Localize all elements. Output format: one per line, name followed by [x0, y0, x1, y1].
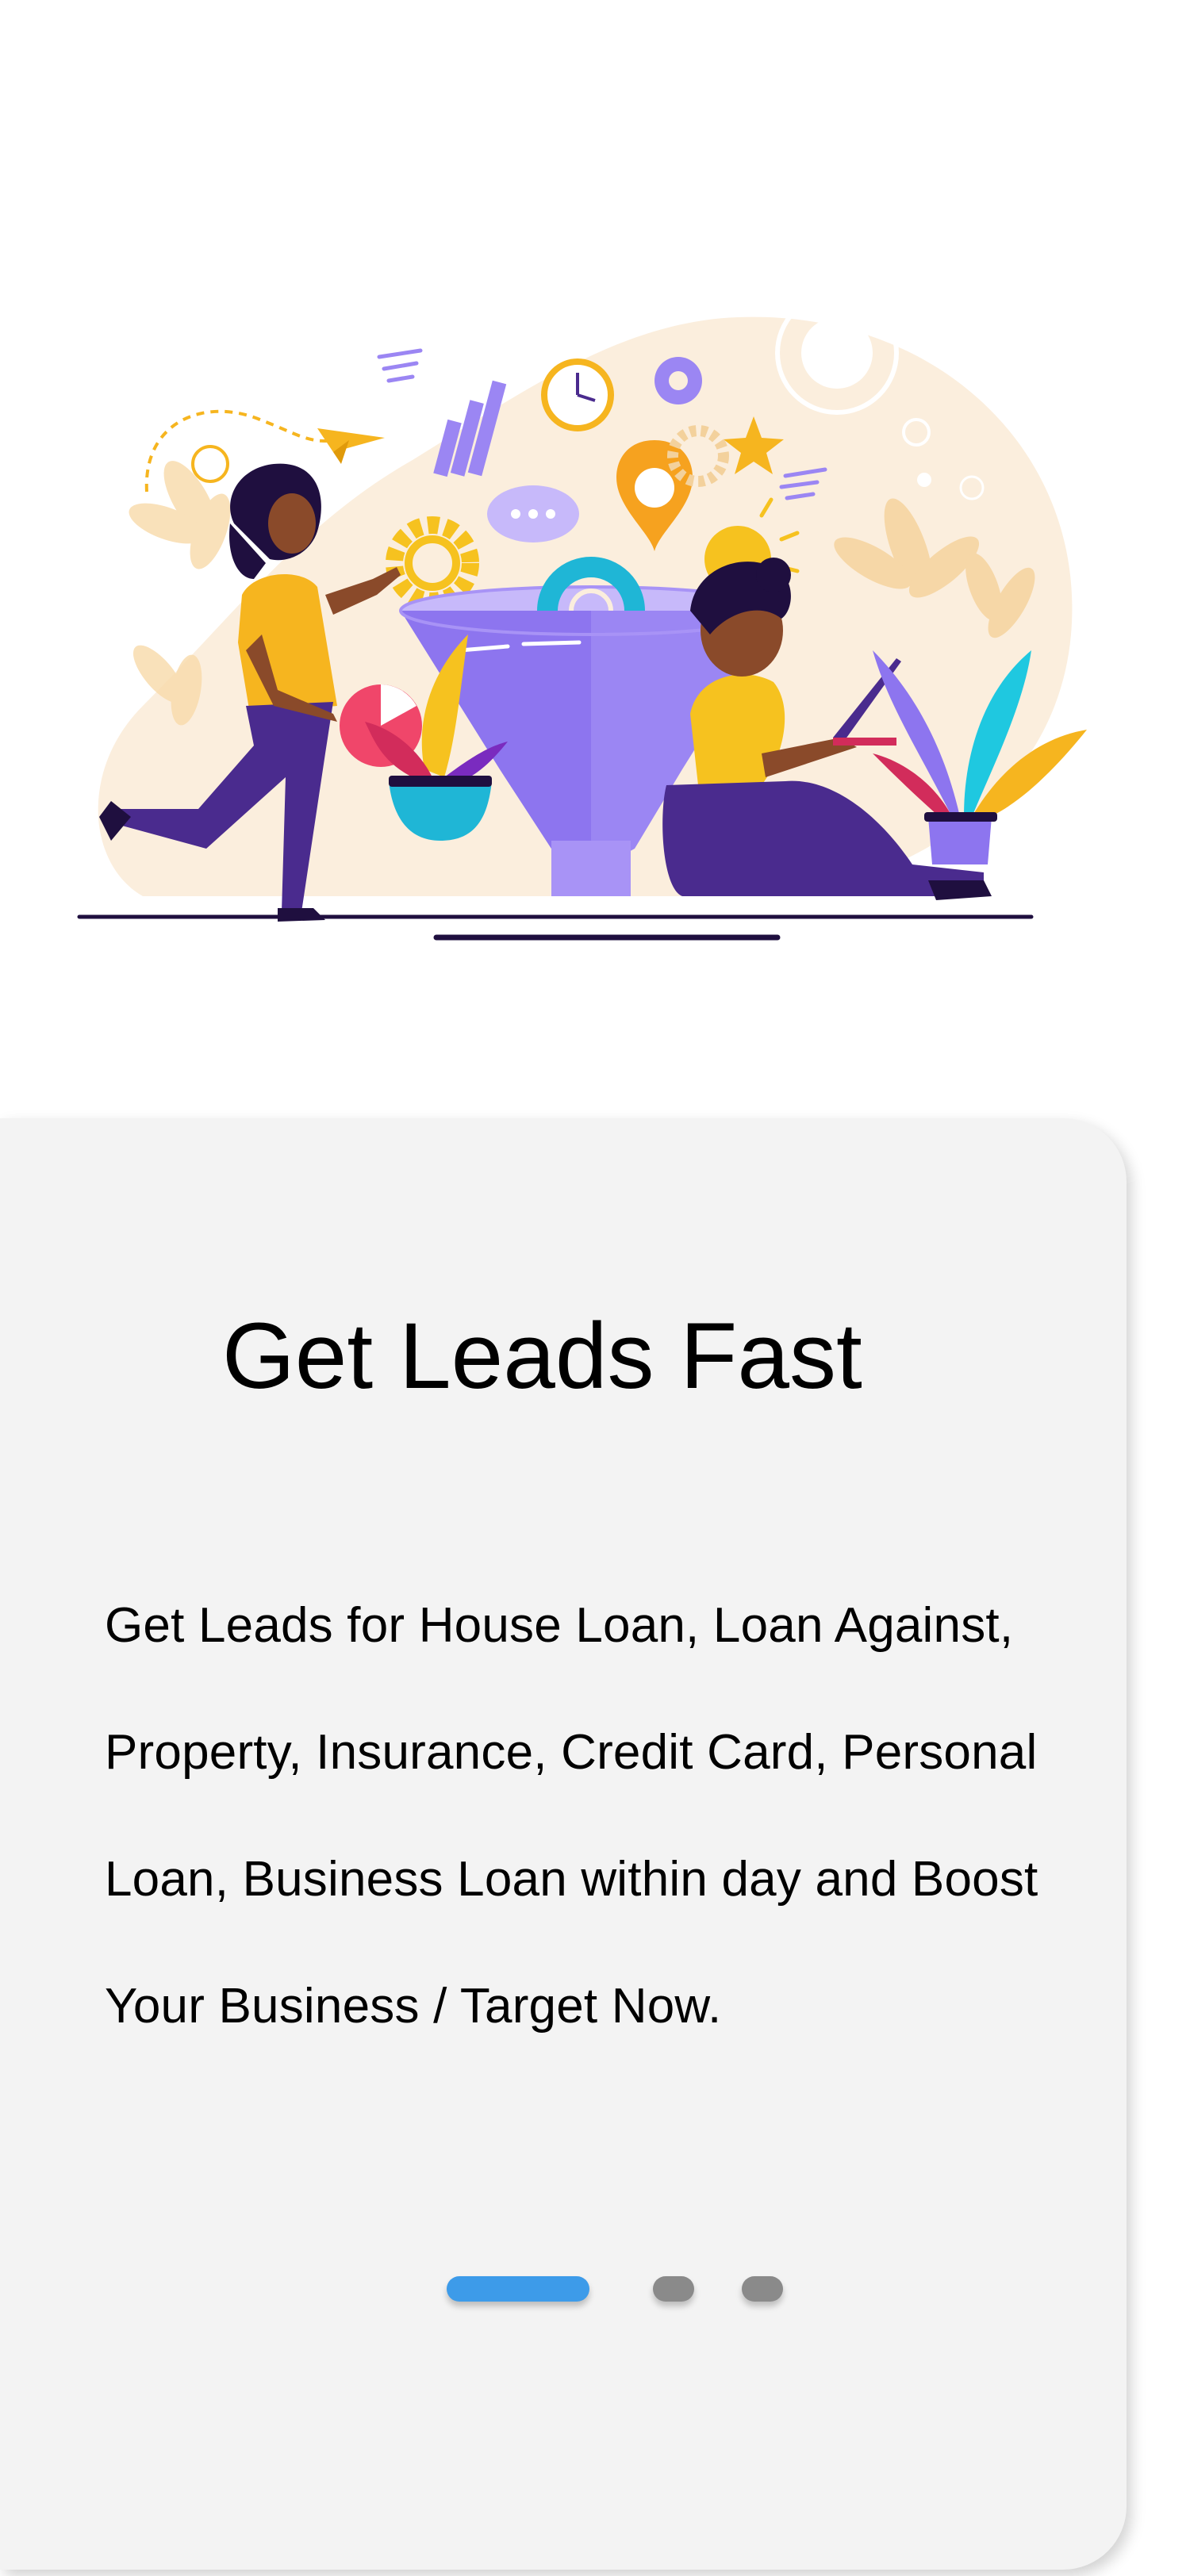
page-indicator — [447, 2276, 788, 2303]
onboarding-title: Get Leads Fast — [222, 1304, 862, 1409]
lead-funnel-illustration — [0, 262, 1190, 1055]
page-indicator-dot-2[interactable] — [653, 2276, 694, 2302]
onboarding-screen: Get Leads Fast Get Leads for House Loan,… — [0, 0, 1190, 2576]
onboarding-description: Get Leads for House Loan, Loan Against, … — [105, 1598, 1038, 2034]
lead-funnel-illustration-icon — [77, 291, 1087, 941]
onboarding-card: Get Leads Fast Get Leads for House Loan,… — [0, 1118, 1127, 2570]
page-indicator-dot-1[interactable] — [447, 2276, 589, 2302]
page-indicator-dot-3[interactable] — [742, 2276, 783, 2302]
